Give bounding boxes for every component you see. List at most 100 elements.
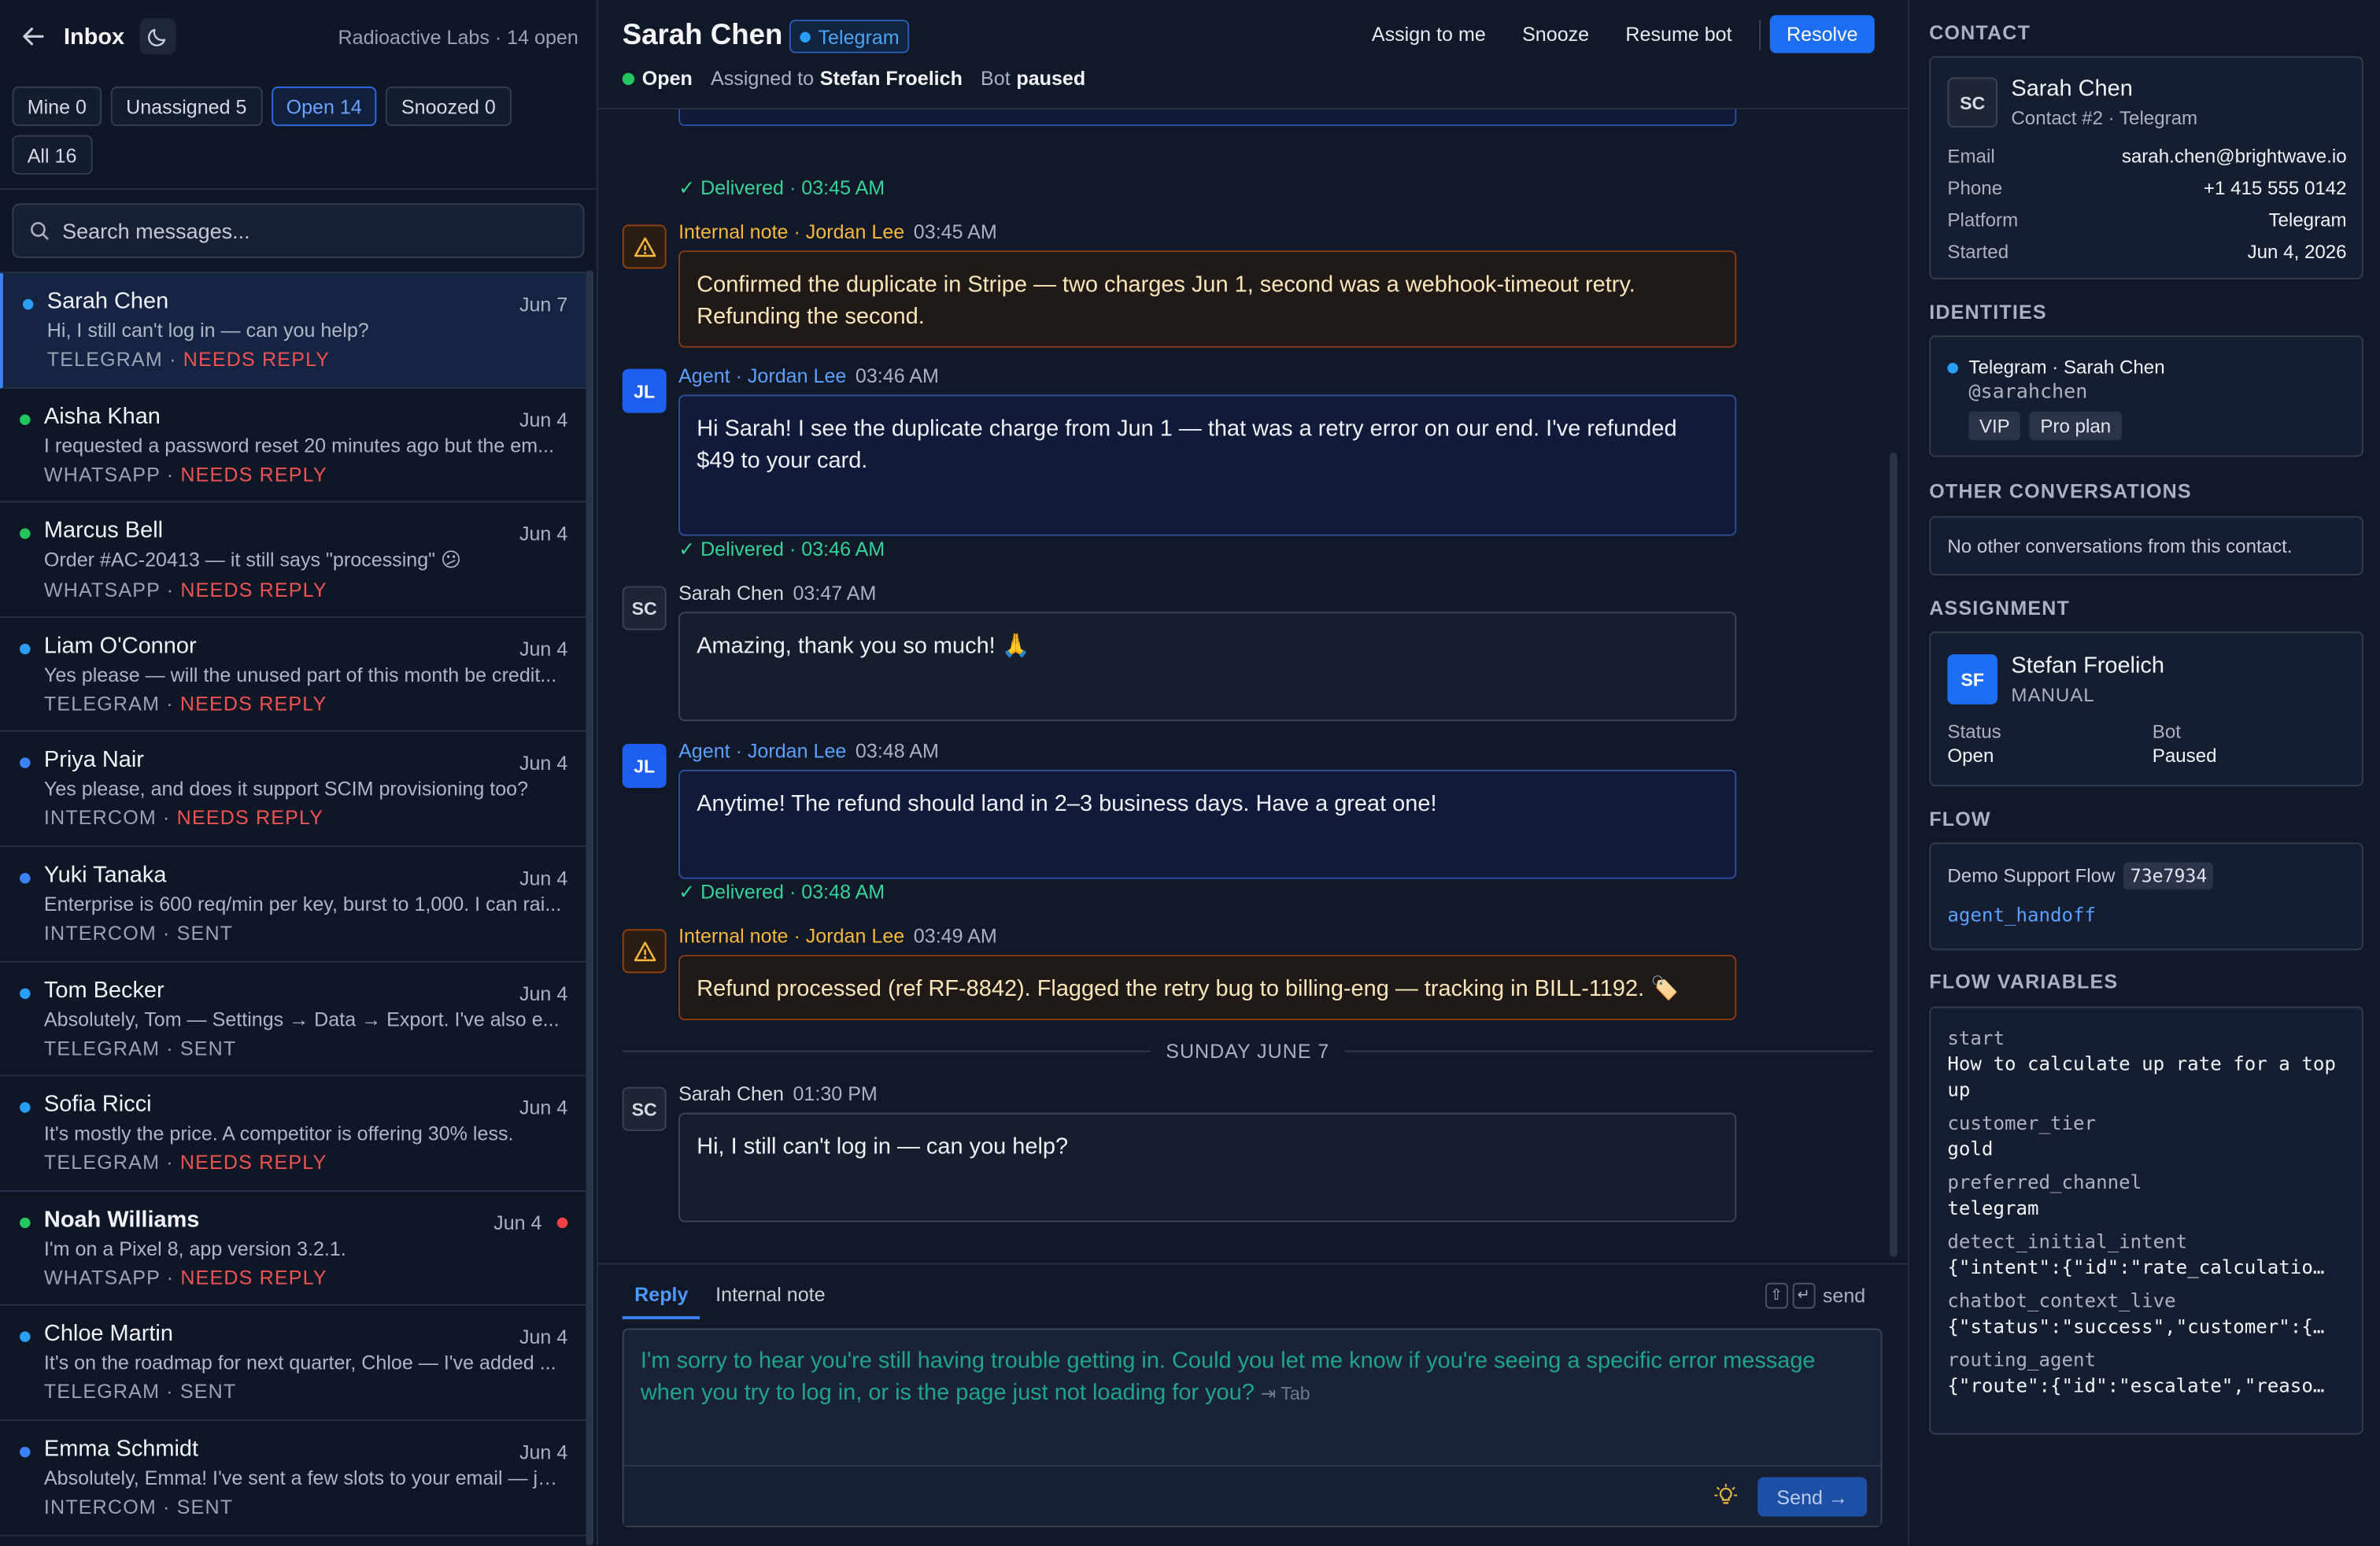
unread-dot-icon (556, 1217, 568, 1228)
theme-toggle-button[interactable] (139, 18, 176, 55)
tab-internal-note[interactable]: Internal note (704, 1283, 837, 1319)
bot-prefix: Bot (981, 66, 1011, 90)
channel-dot-icon (20, 643, 31, 654)
conversation-date: Jun 7 (519, 293, 568, 316)
snooze-button[interactable]: Snooze (1504, 15, 1607, 53)
conversation-date: Jun 4 (493, 1211, 542, 1234)
conversation-preview: I requested a password reset 20 minutes … (43, 433, 554, 457)
ai-draft-suggestion: I'm sorry to hear you're still having tr… (641, 1345, 1855, 1411)
search-input[interactable] (62, 218, 549, 243)
send-button[interactable]: Send → (1757, 1477, 1868, 1517)
thread-scrollbar[interactable] (1890, 452, 1898, 1257)
tag-pro-plan: Pro plan (2029, 411, 2122, 441)
filter-all[interactable]: All 16 (12, 135, 92, 175)
divider (1344, 1049, 1873, 1052)
contact-platform-row: Platform Telegram (1947, 209, 2347, 231)
contact-phone[interactable]: +1 415 555 0142 (2204, 178, 2347, 199)
filter-chips: Mine 0 Unassigned 5 Open 14 Snoozed 0 Al… (0, 73, 598, 175)
delivered-status: ✓ Delivered · 03:45 AM (678, 176, 885, 199)
conversation-item[interactable]: Tom Becker Jun 4 Absolutely, Tom — Setting… (0, 962, 586, 1077)
conversation-name: Sofia Ricci (43, 1091, 152, 1118)
conversation-channel: INTERCOM (43, 806, 157, 830)
conversation-item[interactable]: Yuki Tanaka Jun 4 Enterprise is 600 req/mi… (0, 847, 586, 962)
conversation-item[interactable]: Priya Nair Jun 4 Yes please, and does it s… (0, 732, 586, 848)
resume-bot-button[interactable]: Resume bot (1607, 15, 1750, 53)
check-icon: ✓ (678, 176, 701, 199)
status-badge: SENT (176, 1495, 234, 1518)
filter-mine[interactable]: Mine 0 (12, 86, 102, 127)
status-badge: SENT (179, 1380, 237, 1404)
conversation-name: Chloe Martin (43, 1321, 173, 1348)
conversation-channel: TELEGRAM (43, 1151, 161, 1174)
draft-text: I'm sorry to hear you're still having tr… (640, 1348, 1816, 1406)
filter-unassigned[interactable]: Unassigned 5 (110, 86, 262, 127)
filter-snoozed[interactable]: Snoozed 0 (386, 86, 512, 127)
message-header: Internal note · Jordan Lee 03:49 AM (678, 925, 997, 948)
conversation-preview: Order #AC-20413 — it still says "process… (43, 548, 462, 571)
conversation-date: Jun 4 (519, 1326, 568, 1349)
message-thread: ✓ Delivered · 03:45 AM Internal note · J… (598, 109, 1908, 1263)
contact-author: Sarah Chen (678, 1082, 784, 1106)
conversation-preview: It's mostly the price. A competitor is o… (43, 1122, 514, 1145)
conversation-preview: Absolutely, Emma! I've sent a few slots … (43, 1466, 564, 1489)
open-status-dot-icon (622, 72, 635, 85)
conversation-channel: INTERCOM (43, 1495, 157, 1518)
flow-card: Demo Support Flow 73e7934 agent_handoff (1929, 842, 2363, 951)
composer-tabs: Reply Internal note (622, 1283, 841, 1319)
conversation-item[interactable]: Emma Schmidt Jun 4 Absolutely, Emma! I've … (0, 1421, 586, 1536)
message-header: Internal note · Jordan Lee 03:45 AM (678, 220, 997, 243)
assignment-bot: Bot Paused (2152, 721, 2217, 767)
avatar: JL (622, 744, 667, 788)
channel-dot-icon (20, 758, 31, 769)
conversation-preview: It's on the roadmap for next quarter, Ch… (43, 1352, 556, 1375)
conversation-date: Jun 4 (519, 981, 568, 1004)
conversation-preview: I'm on a Pixel 8, app version 3.2.1. (43, 1237, 346, 1260)
assignment-card: SF Stefan Froelich MANUAL Status Open Bo… (1929, 631, 2363, 787)
reply-textarea[interactable]: I'm sorry to hear you're still having tr… (622, 1328, 1883, 1528)
enter-key-icon: ↵ (1792, 1282, 1816, 1309)
conversation-item[interactable]: Marcus Bell Jun 4 Order #AC-20413 — it sti… (0, 503, 586, 618)
message-header: Sarah Chen 01:30 PM (678, 1082, 878, 1105)
filter-open[interactable]: Open 14 (271, 86, 378, 127)
other-conversations-card: No other conversations from this contact… (1929, 516, 2363, 575)
conversation-date: Jun 4 (519, 408, 568, 431)
conversation-item[interactable]: Sofia Ricci Jun 4 It's mostly the price. A… (0, 1077, 586, 1192)
lightbulb-icon[interactable] (1713, 1483, 1738, 1515)
conversation-contact-name: Sarah Chen (622, 20, 783, 52)
flow-variables-card: start How to calculate up rate for a top … (1929, 1006, 2363, 1435)
conversation-item[interactable]: Sarah Chen Jun 7 Hi, I still can't log in … (0, 273, 586, 388)
contact-email-row: Email sarah.chen@brightwave.io (1947, 146, 2347, 168)
message-time: 03:48 AM (855, 739, 939, 763)
flow-node-link[interactable]: agent_handoff (1947, 904, 2096, 926)
bot-state: paused (1016, 66, 1086, 90)
contact-subtitle: Contact #2 · Telegram (2011, 107, 2198, 129)
tab-reply[interactable]: Reply (622, 1283, 700, 1319)
check-icon: ✓ (678, 537, 701, 560)
telegram-dot-icon (1947, 361, 1958, 373)
flow-variable: preferred_channel telegram (1947, 1170, 2142, 1219)
conversation-item[interactable]: Aisha Khan Jun 4I requested a password re… (0, 388, 586, 503)
note-author: Internal note · Jordan Lee (678, 220, 905, 243)
reply-composer: Reply Internal note ⇧ ↵ send I'm sorry t… (597, 1263, 1909, 1546)
conversation-meta: WHATSAPP · NEEDS REPLY (43, 462, 327, 486)
contact-section-title: CONTACT (1929, 21, 2031, 44)
sidebar-header: Inbox Radioactive Labs · 14 open (0, 0, 597, 73)
conversation-list-scrollbar[interactable] (586, 270, 594, 1546)
app-root: Inbox Radioactive Labs · 14 open Mine 0 … (0, 0, 2380, 1546)
contact-email[interactable]: sarah.chen@brightwave.io (2122, 146, 2347, 167)
org-open-count: Radioactive Labs · 14 open (338, 24, 578, 48)
channel-dot-icon (20, 1332, 31, 1343)
identity-tags: VIP Pro plan (1968, 411, 2122, 441)
conversation-date: Jun 4 (519, 867, 568, 890)
search-box (12, 203, 585, 258)
resolve-button[interactable]: Resolve (1769, 15, 1875, 54)
assign-to-me-button[interactable]: Assign to me (1354, 15, 1504, 53)
flow-variable: detect_initial_intent {"intent":{"id":"ra… (1947, 1230, 2325, 1278)
conversation-item[interactable]: Liam O'Connor Jun 4 Yes please — will the … (0, 618, 586, 733)
conversation-item[interactable]: Chloe Martin Jun 4 It's on the roadmap for… (0, 1306, 586, 1422)
conversation-name: Aisha Khan (43, 403, 161, 430)
conversation-preview: Absolutely, Tom — Settings → Data → Expo… (43, 1007, 560, 1030)
back-arrow-icon[interactable] (18, 21, 49, 52)
identity-label: Telegram · Sarah Chen (1968, 357, 2165, 379)
conversation-item[interactable]: Noah Williams Jun 4 I'm on a Pixel 8, app … (0, 1191, 586, 1307)
